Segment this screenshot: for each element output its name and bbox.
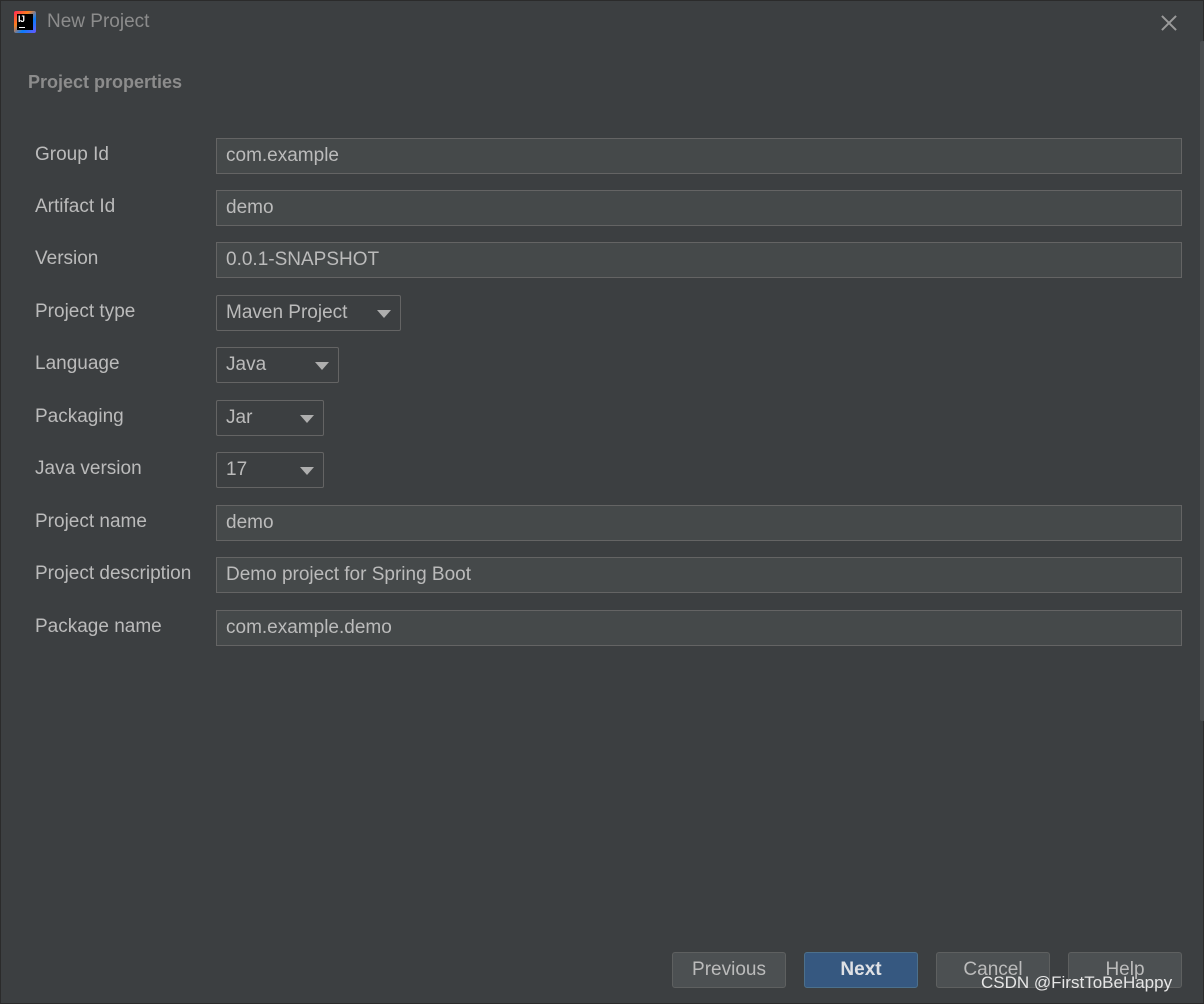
group-id-input[interactable] (216, 138, 1182, 174)
language-label: Language (35, 353, 120, 374)
project-description-row: Project description (1, 557, 1204, 593)
close-icon[interactable] (1155, 9, 1183, 37)
group-id-row: Group Id (1, 138, 1204, 174)
version-input[interactable] (216, 242, 1182, 278)
project-type-value: Maven Project (226, 302, 348, 323)
package-name-label: Package name (35, 616, 162, 637)
watermark: CSDN @FirstToBeHappy (981, 973, 1173, 992)
chevron-down-icon (300, 467, 314, 475)
java-version-select[interactable]: 17 (216, 452, 324, 488)
version-label: Version (35, 248, 99, 269)
package-name-row: Package name (1, 610, 1204, 646)
title-bar: IJ New Project (1, 1, 1203, 45)
group-id-label: Group Id (35, 144, 109, 165)
project-name-label: Project name (35, 511, 147, 532)
packaging-value: Jar (226, 407, 253, 428)
java-version-row: Java version 17 (1, 452, 1204, 488)
chevron-down-icon (300, 415, 314, 423)
artifact-id-label: Artifact Id (35, 196, 116, 217)
language-row: Language Java (1, 347, 1204, 383)
language-value: Java (226, 354, 267, 375)
new-project-dialog: IJ New Project Project properties Group … (0, 0, 1204, 1004)
project-type-row: Project type Maven Project (1, 295, 1204, 331)
project-description-label: Project description (35, 563, 192, 584)
artifact-id-input[interactable] (216, 190, 1182, 226)
java-version-label: Java version (35, 458, 142, 479)
project-description-input[interactable] (216, 557, 1182, 593)
previous-button[interactable]: Previous (672, 952, 786, 988)
project-type-label: Project type (35, 301, 136, 322)
intellij-idea-icon: IJ (14, 11, 36, 33)
version-row: Version (1, 242, 1204, 278)
project-name-row: Project name (1, 505, 1204, 541)
package-name-input[interactable] (216, 610, 1182, 646)
chevron-down-icon (377, 310, 391, 318)
java-version-value: 17 (226, 459, 248, 480)
project-type-select[interactable]: Maven Project (216, 295, 401, 331)
window-title: New Project (47, 11, 150, 32)
project-name-input[interactable] (216, 505, 1182, 541)
packaging-label: Packaging (35, 406, 124, 427)
vertical-scrollbar[interactable] (1200, 41, 1204, 721)
section-title: Project properties (28, 72, 183, 92)
packaging-row: Packaging Jar (1, 400, 1204, 436)
artifact-id-row: Artifact Id (1, 190, 1204, 226)
language-select[interactable]: Java (216, 347, 339, 383)
chevron-down-icon (315, 362, 329, 370)
next-button[interactable]: Next (804, 952, 918, 988)
packaging-select[interactable]: Jar (216, 400, 324, 436)
